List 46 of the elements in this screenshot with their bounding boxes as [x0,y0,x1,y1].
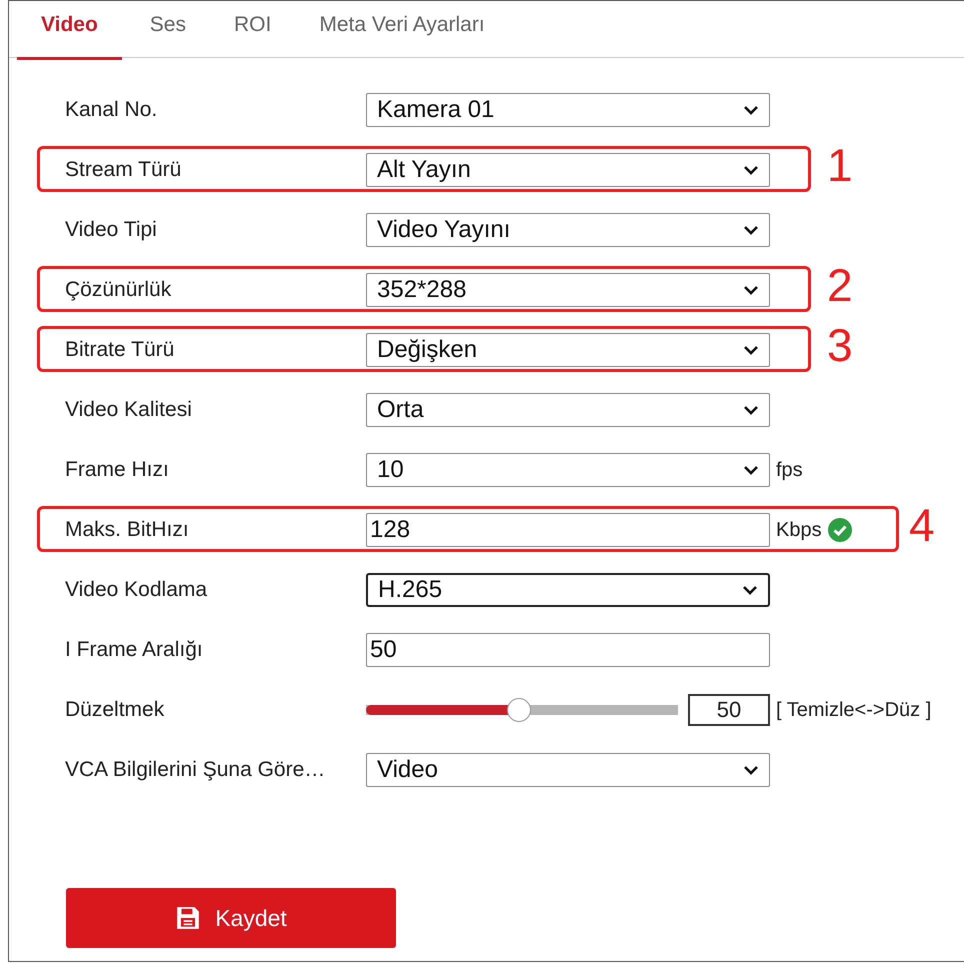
dropdown[interactable]: 352*288 [366,273,770,307]
field-label: Maks. BitHızı [65,518,190,542]
tab[interactable]: Video [17,1,122,60]
dropdown[interactable]: 10 [366,453,770,487]
field-label: VCA Bilgilerini Şuna Göre… [65,758,326,782]
input-field[interactable]: 128 [366,513,770,547]
field-label: Düzeltmek [65,698,166,722]
field-label: Stream Türü [65,158,182,182]
unit-label: fps [776,458,803,482]
tab[interactable]: Ses [122,1,210,57]
chevron-down-icon [743,285,759,295]
dropdown[interactable]: Video Yayını [366,213,770,247]
field-label: Video Kodlama [65,578,208,602]
chevron-down-icon [743,405,759,415]
slider-thumb[interactable] [506,698,531,722]
value-field[interactable]: 50 [688,694,770,726]
annotation-number: 2 [827,262,853,308]
chevron-down-icon [743,165,759,175]
field-label: Video Kalitesi [65,398,193,422]
field-label: Frame Hızı [65,458,170,482]
field-label: Çözünürlük [65,278,172,302]
dropdown[interactable]: Alt Yayın [366,153,770,187]
dropdown[interactable]: Kamera 01 [366,93,770,127]
unit-label: [ Temizle<->Düz ] [776,698,932,722]
chevron-down-icon [743,345,759,355]
annotation-number: 3 [827,322,853,368]
chevron-down-icon [742,585,758,595]
annotation-number: 4 [909,502,935,548]
field-label: Kanal No. [65,98,158,122]
dropdown[interactable]: H.265 [366,573,770,607]
chevron-down-icon [743,765,759,775]
dropdown[interactable]: Değişken [366,333,770,367]
annotation-number: 1 [827,142,853,188]
chevron-down-icon [743,465,759,475]
field-label: Bitrate Türü [65,338,176,362]
field-label: I Frame Aralığı [65,638,204,662]
input-field[interactable]: 50 [366,633,770,667]
chevron-down-icon [743,225,759,235]
dropdown[interactable]: Video [366,753,770,787]
save-button[interactable]: Kaydet [66,888,396,948]
tab[interactable]: Meta Veri Ayarları [295,1,509,57]
field-label: Video Tipi [65,218,158,242]
chevron-down-icon [743,105,759,115]
dropdown[interactable]: Orta [366,393,770,427]
unit-label: Kbps [776,518,822,542]
tab[interactable]: ROI [210,1,296,57]
